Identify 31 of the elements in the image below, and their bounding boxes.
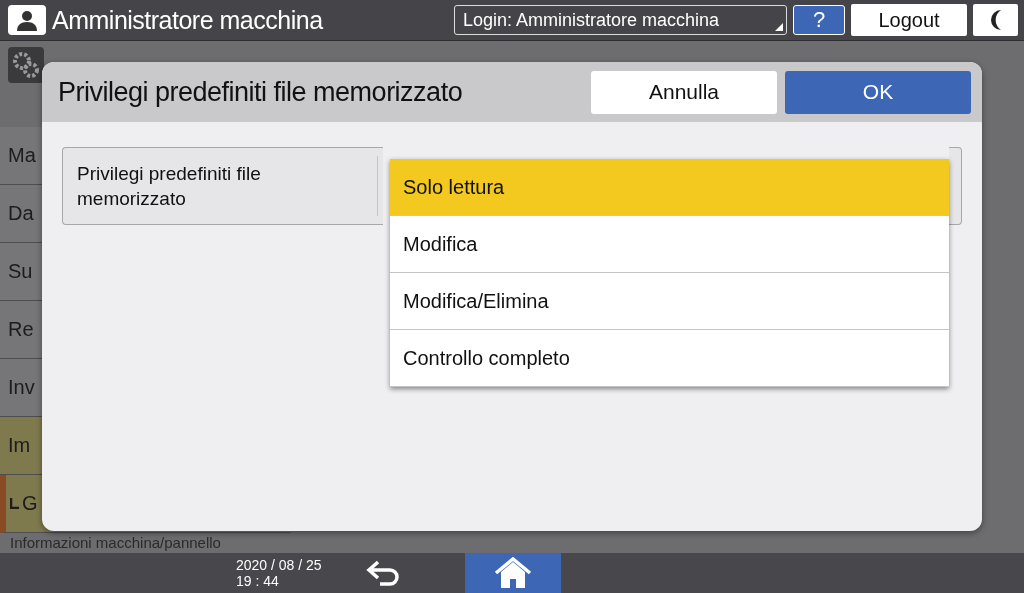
user-icon-button[interactable]	[8, 5, 46, 35]
sidebar-label: Im	[8, 434, 31, 457]
sidebar-label: Inv	[8, 376, 35, 399]
sleep-button[interactable]	[973, 4, 1018, 36]
branch-icon	[10, 498, 19, 509]
sidebar-label: Su	[8, 260, 33, 283]
sidebar-label: G	[22, 492, 38, 515]
help-button[interactable]: ?	[793, 5, 845, 35]
logout-button[interactable]: Logout	[851, 4, 967, 36]
sidebar-label: Da	[8, 202, 34, 225]
setting-label: Privilegi predefiniti file memorizzato	[76, 162, 262, 211]
person-icon	[16, 9, 38, 31]
corner-triangle-icon	[775, 23, 783, 31]
home-button[interactable]	[465, 553, 561, 593]
setting-row[interactable]: Privilegi predefiniti file memorizzato	[62, 147, 383, 225]
option-item[interactable]: Solo lettura	[390, 159, 949, 216]
option-item[interactable]: Controllo completo	[390, 330, 949, 387]
dialog-title: Privilegi predefiniti file memorizzato	[58, 76, 464, 108]
home-icon	[494, 557, 532, 589]
ok-button[interactable]: OK	[785, 70, 971, 114]
sidebar-label: Re	[8, 318, 34, 341]
sidebar-footer-text: Informazioni macchina/pannello	[9, 533, 222, 552]
settings-icon	[8, 47, 44, 83]
option-item[interactable]: Modifica	[390, 216, 949, 273]
sidebar-label: Ma	[8, 144, 36, 167]
cancel-button[interactable]: Annulla	[591, 70, 777, 114]
screen-title: Amministratore macchina	[52, 5, 324, 35]
login-dropdown[interactable]: Login: Amministratore macchina	[454, 5, 787, 35]
back-arrow-icon	[366, 560, 402, 586]
date-time: 2020 / 08 / 25 19 : 44	[236, 557, 323, 589]
option-item[interactable]: Modifica/Elimina	[390, 273, 949, 330]
